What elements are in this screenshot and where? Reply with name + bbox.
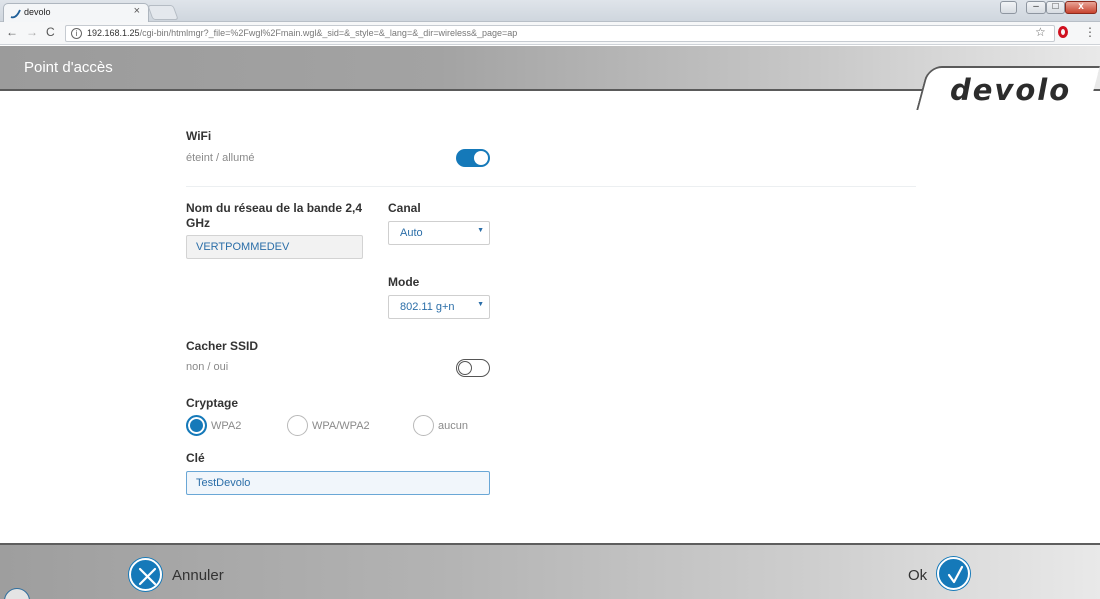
wifi-sublabel: éteint / allumé [186,152,255,164]
page-title: Point d'accès [24,59,113,76]
hide-ssid-sublabel: non / oui [186,361,229,373]
encryption-label: Cryptage [186,396,239,410]
cancel-button[interactable] [129,558,162,591]
cancel-label[interactable]: Annuler [172,567,224,584]
back-button[interactable]: ← [6,25,18,39]
chevron-down-icon: ▼ [477,227,484,234]
url-text[interactable]: 192.168.1.25/cgi-bin/htmlmgr?_file=%2Fwg… [87,28,517,38]
network-name-label: Nom du réseau de la bande 2,4 GHz [186,201,363,230]
minimize-button[interactable]: – [1026,1,1046,14]
channel-select[interactable]: Auto ▼ [388,221,490,245]
hide-ssid-toggle[interactable] [456,359,490,377]
profile-button[interactable] [1000,1,1017,14]
cancel-x-icon [138,567,157,586]
tab-close-icon[interactable]: × [134,5,140,17]
info-icon[interactable]: i [71,28,82,39]
ok-button[interactable] [937,557,970,590]
radio-wpa2[interactable] [186,415,207,436]
wifi-toggle[interactable] [456,149,490,167]
address-bar[interactable]: i 192.168.1.25/cgi-bin/htmlmgr?_file=%2F… [65,25,1055,42]
key-field[interactable]: TestDevolo [186,471,490,495]
mode-value: 802.11 g+n [400,301,455,313]
browser-toolbar: ← → C i 192.168.1.25/cgi-bin/htmlmgr?_fi… [0,22,1100,45]
star-icon[interactable]: ☆ [1035,25,1046,39]
url-path: /cgi-bin/htmlmgr?_file=%2Fwgl%2Fmain.wgl… [139,28,518,38]
browser-tab-strip: devolo × – □ x [0,0,1100,22]
mode-label: Mode [388,275,420,289]
radio-none-label[interactable]: aucun [438,420,468,432]
devolo-tab-icon [10,9,21,19]
network-name-field[interactable]: VERTPOMMEDEV [186,235,363,259]
channel-label: Canal [388,201,421,215]
ok-label[interactable]: Ok [908,567,927,584]
radio-wpa-wpa2-label[interactable]: WPA/WPA2 [312,420,370,432]
channel-value: Auto [400,227,423,239]
window-close-button[interactable]: x [1065,1,1097,14]
browser-tab[interactable]: devolo × [3,3,149,22]
radio-none[interactable] [413,415,434,436]
key-label: Clé [186,451,205,465]
devolo-logo: devolo [950,73,1072,107]
reload-button[interactable]: C [46,25,55,39]
maximize-button[interactable]: □ [1046,1,1065,14]
section-divider [186,186,916,187]
new-tab-button[interactable] [147,5,179,20]
forward-button[interactable]: → [26,25,38,39]
hide-ssid-label: Cacher SSID [186,339,259,353]
footer-bar: Annuler Ok [0,543,1100,599]
mode-select[interactable]: 802.11 g+n ▼ [388,295,490,319]
chevron-down-icon: ▼ [477,301,484,308]
wifi-label: WiFi [186,129,212,143]
ok-check-icon [947,565,964,584]
tab-title: devolo [24,7,51,17]
url-host: 192.168.1.25 [87,28,140,38]
browser-menu-icon[interactable]: ⋮ [1084,25,1096,39]
opera-icon[interactable] [1058,26,1068,38]
radio-wpa-wpa2[interactable] [287,415,308,436]
radio-wpa2-label[interactable]: WPA2 [211,420,241,432]
